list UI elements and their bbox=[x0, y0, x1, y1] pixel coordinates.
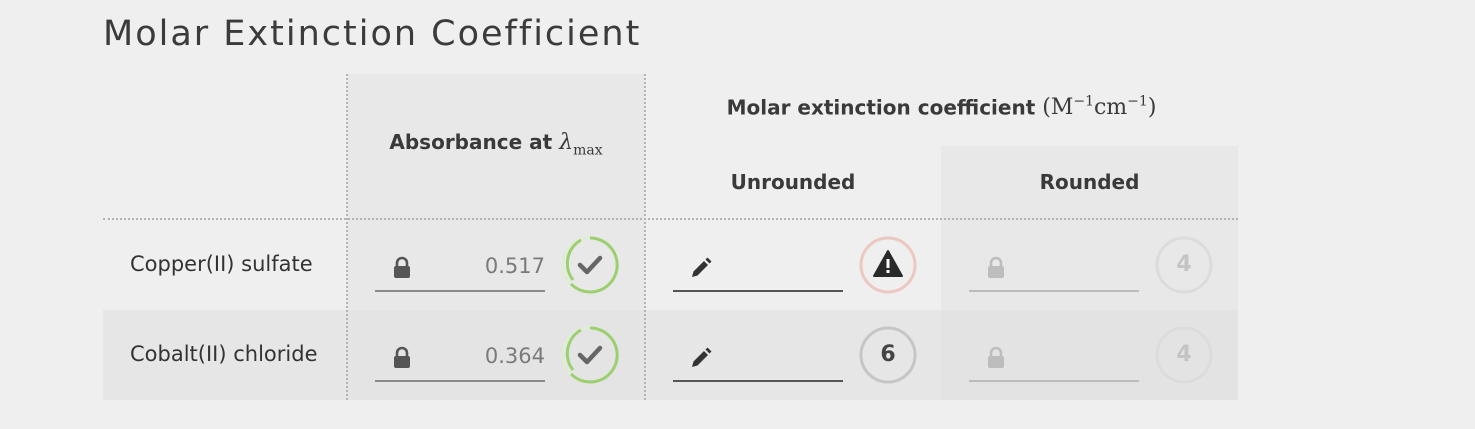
header-divider bbox=[103, 218, 1238, 220]
lock-icon bbox=[985, 346, 1007, 370]
rounded-header: Rounded bbox=[1039, 170, 1140, 194]
unrounded-input-copper[interactable] bbox=[673, 242, 843, 292]
coefficient-table: Absorbance at λmax Molar extinction coef… bbox=[103, 74, 1238, 400]
check-status-badge bbox=[561, 236, 619, 294]
rounded-input-cobalt bbox=[969, 332, 1139, 382]
row-label-copper: Copper(II) sulfate bbox=[130, 252, 313, 276]
unit-open: (M bbox=[1042, 95, 1074, 121]
attempts-badge: 4 bbox=[1155, 326, 1213, 384]
lock-icon bbox=[391, 346, 413, 370]
attempts-badge: 6 bbox=[859, 326, 917, 384]
absorbance-header: Absorbance at λmax bbox=[347, 130, 645, 158]
molar-coefficient-header: Molar extinction coefficient (M−1cm−1) bbox=[645, 94, 1238, 120]
unit-cm: cm bbox=[1093, 95, 1128, 121]
check-icon bbox=[561, 236, 619, 294]
unit-exp-2: −1 bbox=[1127, 94, 1148, 110]
warning-status-badge bbox=[859, 236, 917, 294]
absorbance-header-text: Absorbance at bbox=[389, 130, 560, 154]
unrounded-input-cobalt[interactable] bbox=[673, 332, 843, 382]
pencil-icon bbox=[689, 346, 712, 370]
warning-icon bbox=[859, 236, 917, 294]
attempts-count: 6 bbox=[880, 342, 896, 367]
check-status-badge bbox=[561, 326, 619, 384]
attempts-badge: 4 bbox=[1155, 236, 1213, 294]
absorbance-value: 0.364 bbox=[484, 344, 545, 368]
lock-icon bbox=[391, 256, 413, 280]
row-label-cobalt: Cobalt(II) chloride bbox=[130, 342, 318, 366]
lambda-subscript: max bbox=[573, 142, 603, 159]
check-icon bbox=[561, 326, 619, 384]
attempts-count: 4 bbox=[1176, 342, 1192, 367]
lambda-symbol: λmax bbox=[559, 130, 603, 159]
lock-icon bbox=[985, 256, 1007, 280]
units-label: (M−1cm−1) bbox=[1042, 94, 1157, 121]
absorbance-value: 0.517 bbox=[484, 254, 545, 278]
unit-close: ) bbox=[1147, 95, 1157, 121]
molar-coefficient-header-text: Molar extinction coefficient bbox=[726, 95, 1043, 120]
attempts-count: 4 bbox=[1176, 252, 1192, 277]
lambda-char: λ bbox=[559, 130, 574, 155]
unrounded-header: Unrounded bbox=[730, 170, 856, 194]
pencil-icon bbox=[689, 256, 712, 280]
unit-exp-1: −1 bbox=[1073, 94, 1094, 110]
column-divider-2 bbox=[644, 74, 646, 400]
column-divider-1 bbox=[346, 74, 348, 400]
page-title: Molar Extinction Coefficient bbox=[103, 14, 642, 54]
absorbance-field-copper: 0.517 bbox=[375, 242, 545, 292]
absorbance-field-cobalt: 0.364 bbox=[375, 332, 545, 382]
rounded-input-copper bbox=[969, 242, 1139, 292]
